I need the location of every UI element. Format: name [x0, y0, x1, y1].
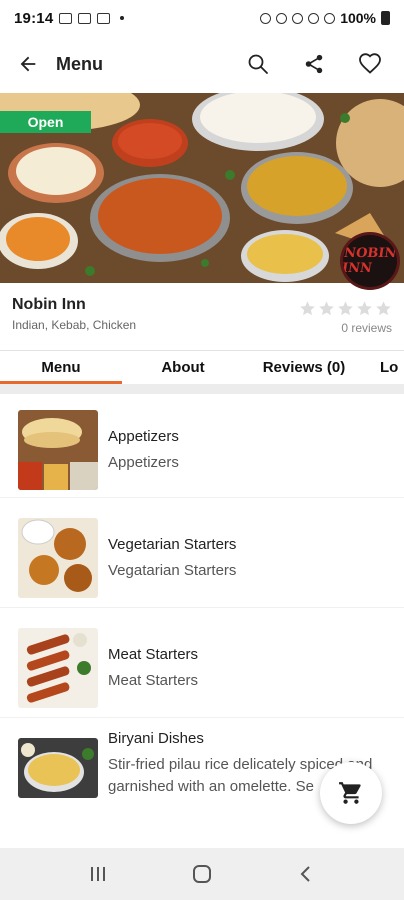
restaurant-info: Nobin Inn Indian, Kebab, Chicken 0 revie…: [12, 296, 392, 346]
menu-category-meat-starters[interactable]: Meat Starters Meat Starters: [0, 614, 404, 718]
rating-summary: 0 reviews: [299, 300, 392, 335]
signal-icon: [324, 12, 336, 24]
category-name: Biryani Dishes: [108, 730, 204, 747]
star-icon: [300, 301, 315, 316]
star-icon: [338, 301, 353, 316]
category-thumbnail: [18, 738, 98, 798]
system-navigation-bar: [0, 848, 404, 900]
tab-bar: Menu About Reviews (0) Lo: [0, 350, 404, 384]
back-arrow-icon: [20, 56, 36, 72]
system-back-button[interactable]: [281, 854, 331, 894]
share-button[interactable]: [286, 36, 342, 92]
status-time: 19:14: [14, 9, 54, 27]
logo-text: NOBIN INN: [340, 246, 398, 276]
category-description: Appetizers: [108, 454, 179, 471]
battery-percent: 100%: [340, 10, 376, 26]
back-button[interactable]: [0, 36, 56, 92]
star-icon: [376, 301, 391, 316]
star-icon: [357, 301, 372, 316]
favorite-button[interactable]: [342, 36, 398, 92]
heart-icon: [359, 53, 381, 74]
category-description: Meat Starters: [108, 672, 199, 689]
category-name: Meat Starters: [108, 646, 199, 663]
menu-category-vegetarian-starters[interactable]: Vegetarian Starters Vegatarian Starters: [0, 504, 404, 608]
recents-button[interactable]: [73, 854, 123, 894]
open-status-badge: Open: [0, 111, 91, 133]
wifi-icon: [308, 12, 320, 24]
notification-dot-icon: [120, 16, 125, 20]
message-notification-icon: [78, 12, 92, 24]
cart-icon: [339, 782, 361, 804]
back-nav-icon: [300, 866, 310, 882]
reviews-count: 0 reviews: [341, 321, 392, 335]
gallery-notification-icon: [59, 12, 73, 24]
tabs-divider: [0, 384, 404, 394]
screen: 19:14 100% Menu Open NOBIN INN Nobin Inn…: [0, 0, 404, 900]
status-bar: 19:14 100%: [0, 0, 404, 36]
cart-button[interactable]: [320, 762, 382, 824]
recents-icon: [91, 867, 105, 881]
search-icon: [248, 54, 268, 74]
app-bar: Menu: [0, 36, 404, 92]
bluetooth-icon: [276, 12, 288, 24]
star-icon: [319, 301, 334, 316]
search-button[interactable]: [230, 36, 286, 92]
mute-icon: [292, 12, 304, 24]
alarm-icon: [260, 12, 272, 24]
page-title: Menu: [56, 53, 103, 74]
tab-menu[interactable]: Menu: [0, 351, 122, 384]
share-icon: [305, 54, 323, 74]
home-button[interactable]: [177, 854, 227, 894]
tab-location[interactable]: Lo: [364, 351, 404, 383]
category-thumbnail: [18, 518, 98, 598]
tab-reviews[interactable]: Reviews (0): [244, 351, 364, 383]
category-thumbnail: [18, 410, 98, 490]
restaurant-logo: NOBIN INN: [340, 232, 400, 290]
category-name: Appetizers: [108, 428, 179, 445]
menu-category-appetizers[interactable]: Appetizers Appetizers: [0, 394, 404, 498]
message-notification-icon-2: [97, 12, 111, 24]
home-icon: [193, 865, 211, 883]
category-description: Vegatarian Starters: [108, 562, 237, 579]
tab-about[interactable]: About: [122, 351, 244, 383]
category-thumbnail: [18, 628, 98, 708]
category-name: Vegetarian Starters: [108, 536, 237, 553]
star-rating: [299, 300, 392, 317]
battery-icon: [381, 11, 390, 25]
